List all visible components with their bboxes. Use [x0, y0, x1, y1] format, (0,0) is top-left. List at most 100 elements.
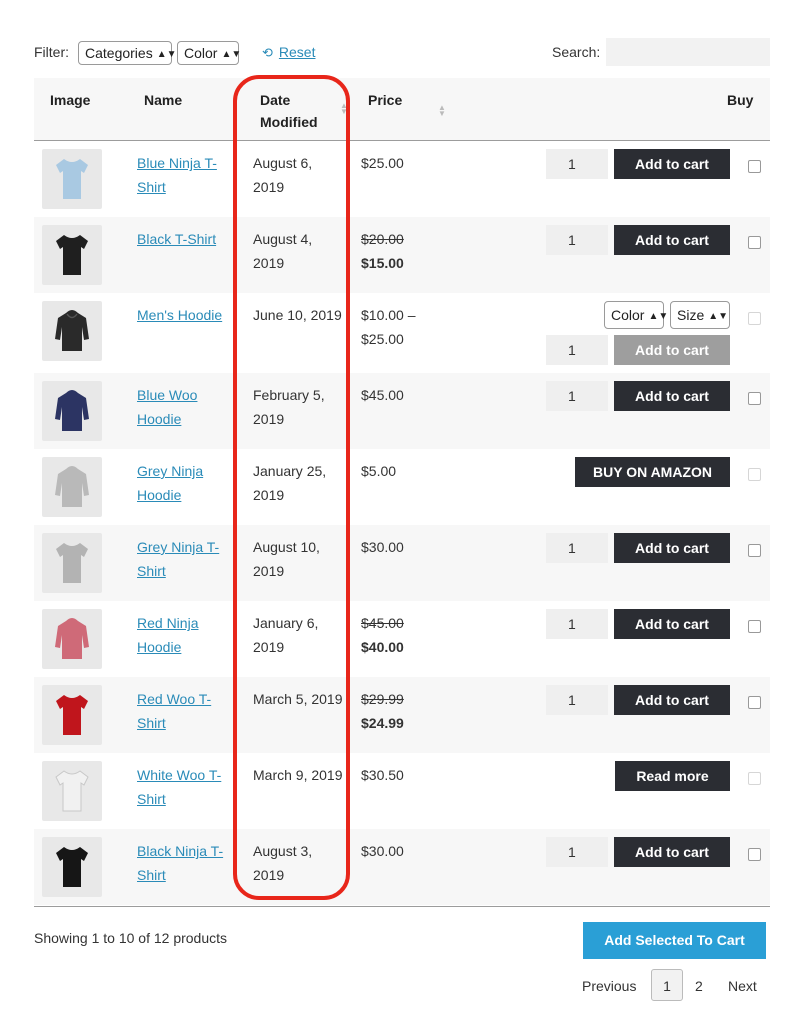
- buy-checkbox[interactable]: [748, 392, 761, 405]
- chevron-updown-icon: ▲▼: [708, 311, 729, 322]
- pagination-page-2[interactable]: 2: [695, 969, 703, 1003]
- buy-checkbox[interactable]: [748, 544, 761, 557]
- add-to-cart-button[interactable]: Add to cart: [614, 609, 730, 639]
- header-date-line2: Modified: [260, 114, 318, 130]
- header-date-modified[interactable]: Date Modified: [260, 89, 318, 133]
- price-sale: $40.00: [361, 639, 404, 655]
- product-name-line1: Blue Woo: [137, 387, 198, 403]
- categories-select[interactable]: Categories ▲▼: [78, 41, 177, 65]
- product-name-line1: Grey Ninja T-: [137, 539, 220, 555]
- product-name-link[interactable]: Men's Hoodie: [137, 303, 233, 327]
- table-row: Red Woo T- Shirt March 5, 2019 $29.99 $24.…: [34, 677, 770, 753]
- quantity-input[interactable]: 1: [546, 609, 608, 639]
- product-name-link[interactable]: Black Ninja T- Shirt: [137, 839, 233, 887]
- date-line1: January 6,: [253, 615, 319, 631]
- product-name-line2: Shirt: [137, 867, 166, 883]
- hoodie-icon: [55, 618, 89, 659]
- quantity-input[interactable]: 1: [546, 381, 608, 411]
- product-name-link[interactable]: Blue Ninja T- Shirt: [137, 151, 233, 199]
- pagination-previous[interactable]: Previous: [582, 969, 636, 1003]
- hoodie-icon: [55, 390, 89, 431]
- hoodie-icon: [55, 466, 89, 507]
- header-price[interactable]: Price: [368, 89, 402, 111]
- product-name-link[interactable]: Red Woo T- Shirt: [137, 687, 233, 735]
- quantity-input[interactable]: 1: [546, 225, 608, 255]
- product-name-link[interactable]: White Woo T- Shirt: [137, 763, 233, 811]
- buy-checkbox[interactable]: [748, 236, 761, 249]
- product-price: $29.99 $24.99: [361, 687, 441, 735]
- price-value: $25.00: [361, 155, 404, 171]
- date-line1: August 6,: [253, 155, 313, 171]
- product-thumbnail[interactable]: [42, 149, 102, 209]
- product-name-line2: Shirt: [137, 715, 166, 731]
- chevron-updown-icon: ▲▼: [648, 311, 669, 322]
- header-name[interactable]: Name: [144, 89, 182, 111]
- reset-link[interactable]: ⟲ Reset: [262, 44, 315, 61]
- date-line2: 2019: [253, 487, 285, 503]
- product-thumbnail[interactable]: [42, 533, 102, 593]
- add-to-cart-button[interactable]: Add to cart: [614, 685, 730, 715]
- add-to-cart-button[interactable]: Add to cart: [614, 381, 730, 411]
- product-price: $20.00 $15.00: [361, 227, 441, 275]
- pagination-next[interactable]: Next: [728, 969, 757, 1003]
- variation-color-select[interactable]: Color ▲▼: [604, 301, 668, 329]
- buy-checkbox[interactable]: [748, 848, 761, 861]
- quantity-input[interactable]: 1: [546, 533, 608, 563]
- product-thumbnail[interactable]: [42, 837, 102, 897]
- product-name-line1: Grey Ninja: [137, 463, 204, 479]
- product-thumbnail[interactable]: [42, 457, 102, 517]
- product-name-link[interactable]: Blue Woo Hoodie: [137, 383, 233, 431]
- sort-icon: ▲ ▼: [438, 103, 446, 118]
- color-filter-select[interactable]: Color ▲▼: [177, 41, 242, 65]
- product-thumbnail[interactable]: [42, 685, 102, 745]
- filter-bar: Filter: Categories ▲▼ Color ▲▼ ⟲ Reset Sear…: [34, 38, 770, 68]
- add-to-cart-button[interactable]: Add to cart: [614, 225, 730, 255]
- add-to-cart-button-disabled[interactable]: Add to cart: [614, 335, 730, 365]
- buy-checkbox[interactable]: [748, 696, 761, 709]
- product-name-line2: Hoodie: [137, 639, 182, 655]
- product-name-link[interactable]: Black T-Shirt: [137, 227, 233, 251]
- product-thumbnail[interactable]: [42, 761, 102, 821]
- product-thumbnail[interactable]: [42, 301, 102, 361]
- date-modified: August 4, 2019: [253, 227, 353, 275]
- read-more-button[interactable]: Read more: [615, 761, 730, 791]
- table-row: Red Ninja Hoodie January 6, 2019 $45.00 $40…: [34, 601, 770, 677]
- tshirt-icon: [55, 770, 89, 812]
- quantity-input[interactable]: 1: [546, 149, 608, 179]
- quantity-input[interactable]: 1: [546, 685, 608, 715]
- buy-checkbox[interactable]: [748, 312, 761, 325]
- product-thumbnail[interactable]: [42, 609, 102, 669]
- search-input[interactable]: [606, 38, 770, 66]
- product-name-link[interactable]: Red Ninja Hoodie: [137, 611, 233, 659]
- price-regular: $29.99: [361, 691, 404, 707]
- product-thumbnail[interactable]: [42, 225, 102, 285]
- product-price: $45.00: [361, 387, 404, 403]
- pagination-page-current[interactable]: 1: [651, 969, 683, 1001]
- date-modified: January 25, 2019: [253, 459, 353, 507]
- add-selected-to-cart-button[interactable]: Add Selected To Cart: [583, 922, 766, 959]
- variation-size-value: Size: [677, 307, 705, 323]
- variation-size-select[interactable]: Size ▲▼: [670, 301, 730, 329]
- quantity-input[interactable]: 1: [546, 335, 608, 365]
- buy-on-amazon-button[interactable]: BUY ON AMAZON: [575, 457, 730, 487]
- quantity-input[interactable]: 1: [546, 837, 608, 867]
- table-row: White Woo T- Shirt March 9, 2019 $30.50 R…: [34, 753, 770, 829]
- add-to-cart-button[interactable]: Add to cart: [614, 533, 730, 563]
- date-line2: 2019: [253, 179, 285, 195]
- buy-checkbox[interactable]: [748, 620, 761, 633]
- add-to-cart-button[interactable]: Add to cart: [614, 837, 730, 867]
- buy-checkbox[interactable]: [748, 468, 761, 481]
- chevron-updown-icon: ▲▼: [221, 49, 242, 60]
- date-modified: August 10, 2019: [253, 535, 353, 583]
- price-sale: $24.99: [361, 715, 404, 731]
- table-row: Blue Woo Hoodie February 5, 2019 $45.00 1 …: [34, 373, 770, 449]
- buy-checkbox[interactable]: [748, 160, 761, 173]
- buy-checkbox[interactable]: [748, 772, 761, 785]
- product-name-link[interactable]: Grey Ninja T- Shirt: [137, 535, 233, 583]
- product-thumbnail[interactable]: [42, 381, 102, 441]
- date-modified: March 5, 2019: [253, 691, 343, 707]
- add-to-cart-button[interactable]: Add to cart: [614, 149, 730, 179]
- tshirt-icon: [56, 847, 88, 887]
- date-line2: 2019: [253, 867, 285, 883]
- product-name-link[interactable]: Grey Ninja Hoodie: [137, 459, 233, 507]
